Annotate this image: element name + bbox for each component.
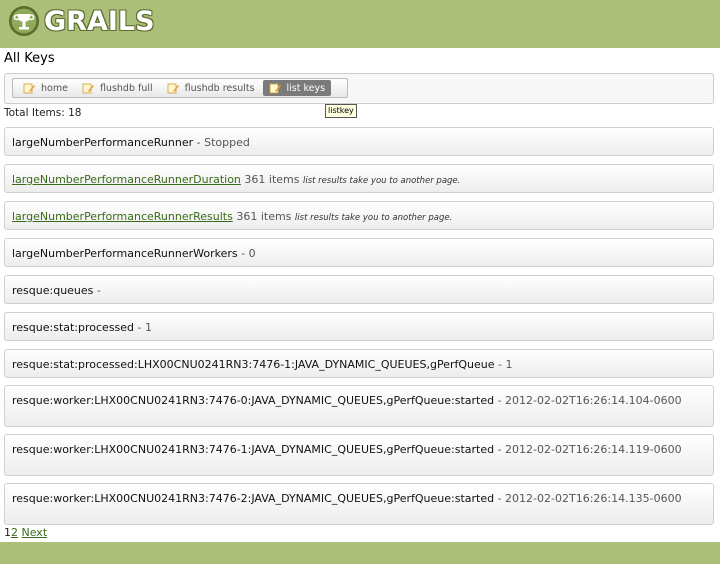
key-row: resque:queues - — [4, 275, 714, 304]
key-row: resque:stat:processed - 1 — [4, 312, 714, 341]
nav-item-label: list keys — [286, 82, 326, 94]
nav-item-label: flushdb full — [99, 82, 153, 94]
tooltip: listkey — [325, 104, 357, 118]
key-value: - 0 — [237, 247, 256, 260]
pagination: 12 Next — [4, 526, 47, 539]
key-value: - 1 — [134, 321, 152, 334]
key-link[interactable]: largeNumberPerformanceRunnerDuration — [12, 173, 241, 186]
key-name: resque:worker:LHX00CNU0241RN3:7476-1:JAV… — [12, 443, 495, 456]
page-1-current: 1 — [4, 526, 11, 539]
grails-cup-icon — [9, 6, 39, 36]
key-name: resque:queues — [12, 284, 94, 297]
nav-item-label: flushdb results — [184, 82, 255, 94]
key-value: - 2012-02-02T16:26:14.104-0600 — [494, 394, 682, 407]
nav-item-flushdb-results[interactable]: flushdb results — [161, 80, 261, 96]
key-row: largeNumberPerformanceRunnerWorkers - 0 — [4, 238, 714, 267]
key-value: - 2012-02-02T16:26:14.119-0600 — [494, 443, 682, 456]
key-row: resque:stat:processed:LHX00CNU0241RN3:74… — [4, 349, 714, 378]
key-name: resque:stat:processed:LHX00CNU0241RN3:74… — [12, 358, 495, 371]
header-bar: GRAILS — [0, 0, 720, 48]
key-name: largeNumberPerformanceRunnerWorkers — [12, 247, 238, 260]
nav-bar: home flushdb full flushdb results list k… — [12, 78, 348, 98]
key-row: largeNumberPerformanceRunnerDuration 361… — [4, 164, 714, 193]
key-name: resque:stat:processed — [12, 321, 135, 334]
key-row: largeNumberPerformanceRunner - Stopped — [4, 127, 714, 156]
edit-icon — [167, 83, 179, 93]
key-value: - — [93, 284, 101, 297]
nav-item-label: home — [41, 82, 68, 94]
key-note: list results take you to another page. — [302, 176, 461, 186]
key-value: - 1 — [494, 358, 513, 371]
key-name: resque:worker:LHX00CNU0241RN3:7476-2:JAV… — [12, 492, 495, 505]
key-row: resque:worker:LHX00CNU0241RN3:7476-1:JAV… — [4, 434, 714, 476]
grails-logo[interactable]: GRAILS — [8, 4, 155, 38]
key-value: 361 items — [240, 173, 303, 186]
footer-bar — [0, 542, 720, 564]
key-name: largeNumberPerformanceRunner — [12, 136, 194, 149]
logo-text: GRAILS — [44, 5, 155, 37]
key-note: list results take you to another page. — [294, 213, 453, 223]
nav-item-list-keys[interactable]: list keys — [262, 80, 332, 96]
key-link[interactable]: largeNumberPerformanceRunnerResults — [12, 210, 233, 223]
key-row: largeNumberPerformanceRunnerResults 361 … — [4, 201, 714, 230]
key-value: - 2012-02-02T16:26:14.135-0600 — [494, 492, 682, 505]
next-page-link[interactable]: Next — [22, 526, 48, 539]
nav-item-flushdb-full[interactable]: flushdb full — [76, 80, 159, 96]
key-value: 361 items — [232, 210, 295, 223]
nav-item-home[interactable]: home — [17, 80, 74, 96]
key-row: resque:worker:LHX00CNU0241RN3:7476-0:JAV… — [4, 385, 714, 427]
edit-icon — [23, 83, 35, 93]
nav-container: home flushdb full flushdb results list k… — [4, 73, 714, 104]
edit-icon — [269, 83, 281, 93]
page-2-link[interactable]: 2 — [11, 526, 18, 539]
edit-icon — [82, 83, 94, 93]
total-items: Total Items: 18 — [4, 107, 82, 119]
key-value: - Stopped — [193, 136, 250, 149]
key-row: resque:worker:LHX00CNU0241RN3:7476-2:JAV… — [4, 483, 714, 525]
key-name: resque:worker:LHX00CNU0241RN3:7476-0:JAV… — [12, 394, 495, 407]
page-title: All Keys — [4, 51, 55, 66]
